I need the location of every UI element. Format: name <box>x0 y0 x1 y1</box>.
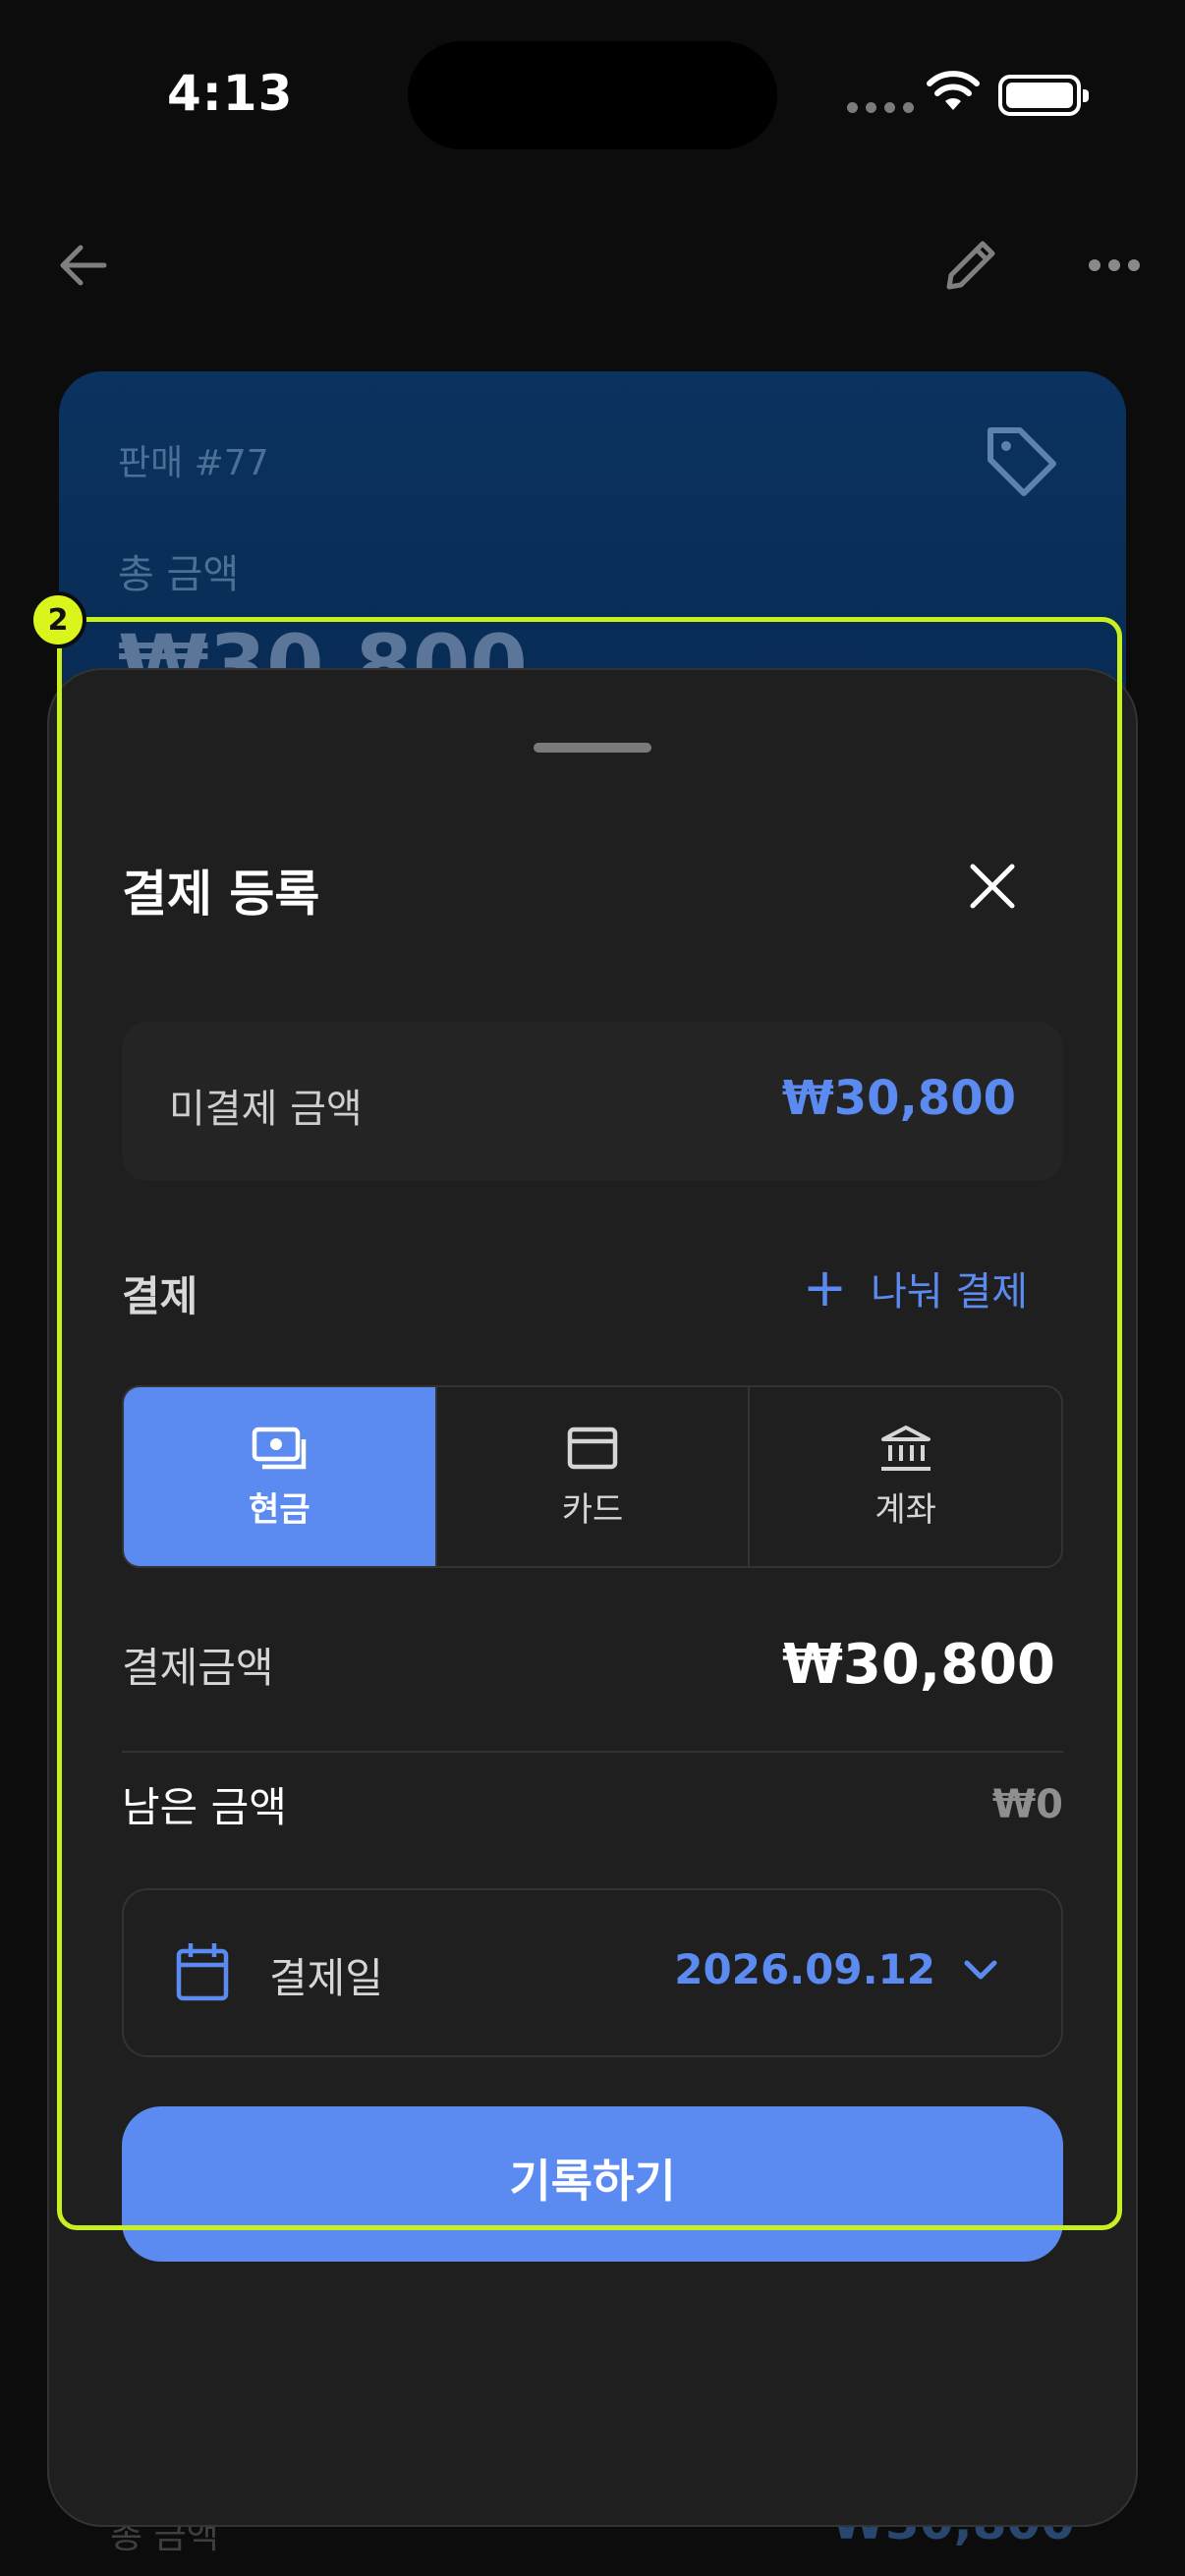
wifi-icon <box>927 71 980 110</box>
status-time: 4:13 <box>167 65 294 122</box>
cellular-signal-icon <box>847 102 914 113</box>
battery-icon <box>998 75 1089 116</box>
more-options-icon[interactable] <box>1089 259 1140 271</box>
highlight-box <box>57 617 1122 2230</box>
edit-pencil-icon[interactable] <box>941 234 1002 295</box>
sale-number: 판매 #77 <box>118 443 269 483</box>
back-arrow-icon[interactable] <box>53 236 112 295</box>
total-amount-label: 총 금액 <box>118 552 240 597</box>
tag-icon <box>988 427 1056 496</box>
highlight-badge: 2 <box>29 591 86 648</box>
screen: 4:13 판매 #77 총 금액 ₩30,800 총 금액 ₩30,800 결제… <box>0 0 1185 2576</box>
dynamic-island <box>408 41 777 149</box>
